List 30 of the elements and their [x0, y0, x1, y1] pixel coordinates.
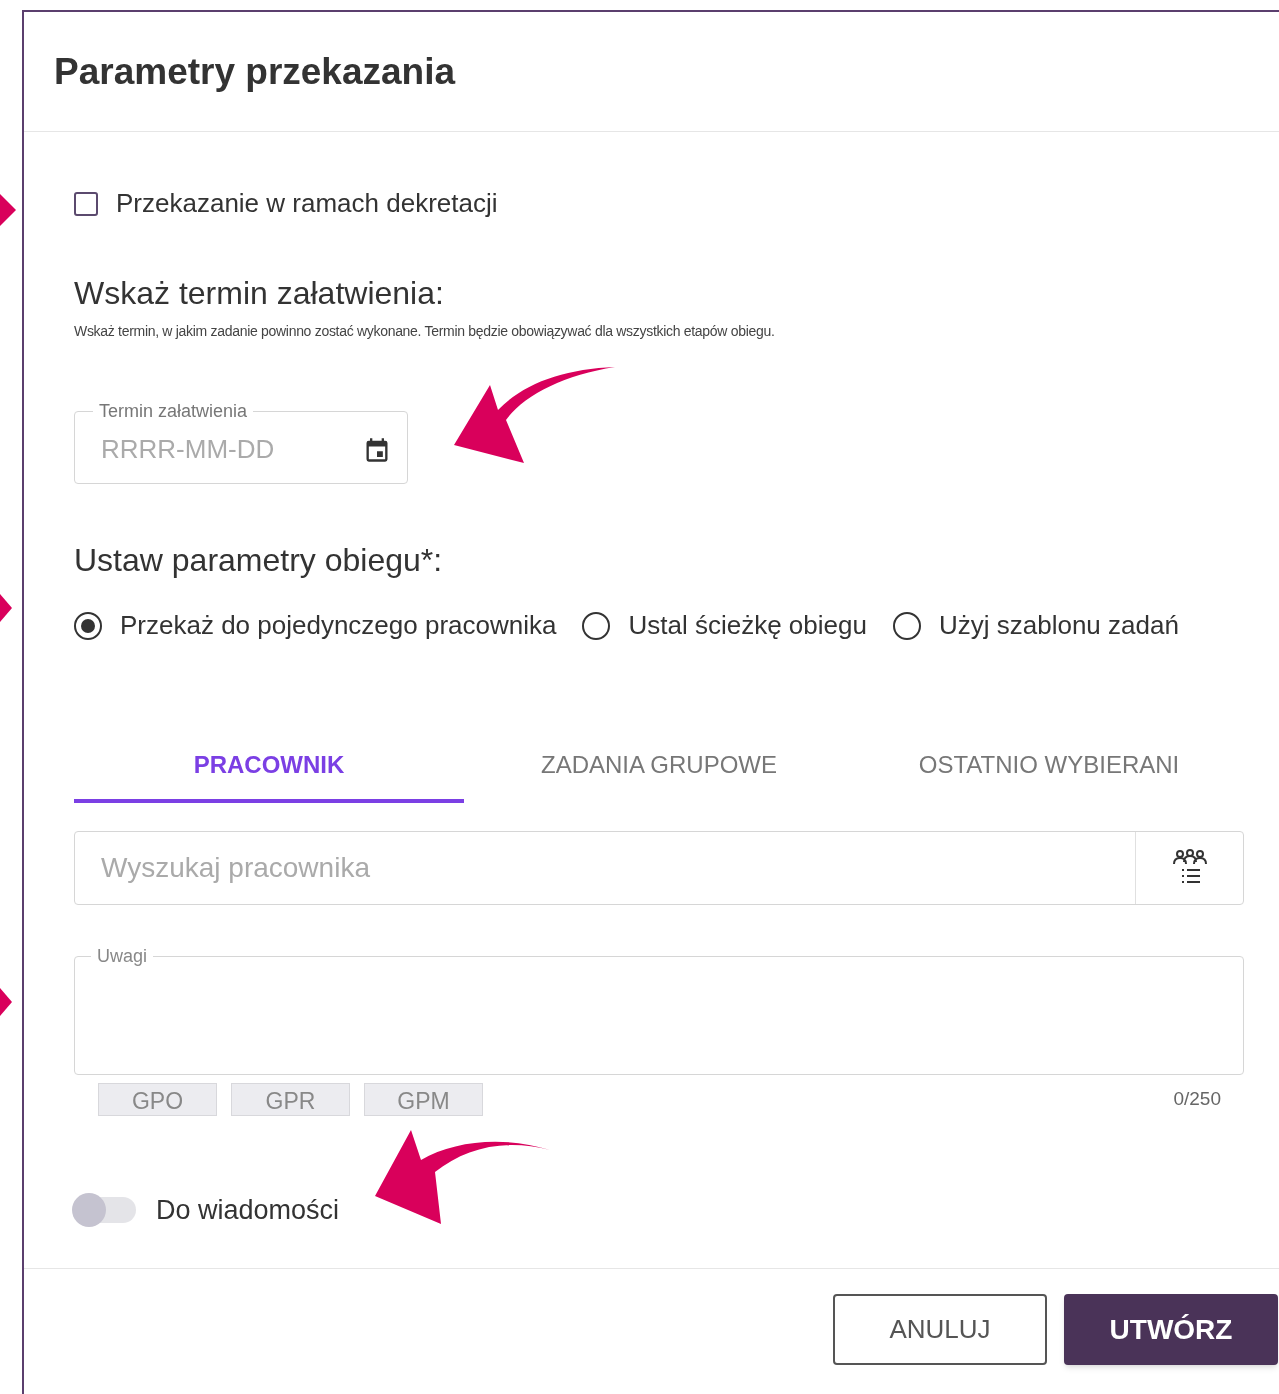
- radio-button[interactable]: [74, 611, 102, 640]
- search-field[interactable]: Wyszukaj pracownika: [74, 831, 1244, 905]
- cancel-button[interactable]: ANULUJ: [833, 1294, 1047, 1365]
- toggle-label: Do wiadomości: [156, 1194, 340, 1227]
- tab[interactable]: ZADANIA GRUPOWE: [464, 731, 854, 803]
- template-chip[interactable]: GPR: [231, 1083, 350, 1116]
- character-counter: 0/250: [1173, 1087, 1221, 1112]
- section-heading: Wskaż termin załatwienia:: [74, 277, 445, 309]
- dialog-title: Parametry przekazania: [54, 49, 456, 94]
- section-heading: Ustaw parametry obiegu*:: [74, 544, 444, 576]
- radio-button[interactable]: [892, 611, 921, 640]
- radio-label: Użyj szablonu zadań: [938, 609, 1179, 642]
- section-description: Wskaż termin, w jakim zadanie powinno zostać wykonane. Termin będzie obowiązywać dla wszystkich etapów obiegu.: [74, 322, 776, 341]
- field-label: Termin załatwienia: [98, 400, 249, 422]
- radio-label: Przekaż do pojedynczego pracownika: [120, 609, 557, 642]
- template-chip[interactable]: GPO: [98, 1083, 217, 1116]
- checkbox-label: Przekazanie w ramach dekretacji: [116, 187, 498, 220]
- arrow-drawing: [0, 594, 12, 622]
- tab[interactable]: PRACOWNIK: [74, 731, 464, 803]
- checkbox[interactable]: [74, 191, 98, 216]
- radio-button[interactable]: [582, 611, 611, 640]
- radio-label: Ustal ścieżkę obiegu: [628, 609, 867, 642]
- template-chip[interactable]: GPM: [364, 1083, 483, 1116]
- search-input[interactable]: Wyszukaj pracownika: [75, 847, 1135, 889]
- create-button[interactable]: UTWÓRZ: [1064, 1294, 1278, 1365]
- arrow-drawing: [0, 988, 12, 1016]
- field-label: Uwagi: [96, 945, 149, 967]
- arrow-drawing: [0, 194, 16, 226]
- date-input[interactable]: RRRR-MM-DD: [101, 430, 331, 469]
- tab[interactable]: OSTATNIO WYBIERANI: [854, 731, 1244, 803]
